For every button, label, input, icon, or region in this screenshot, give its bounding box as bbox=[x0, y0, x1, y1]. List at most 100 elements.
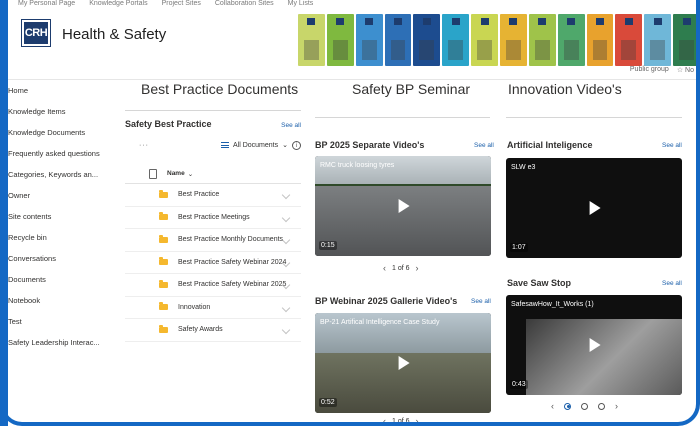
info-icon[interactable]: i bbox=[292, 140, 301, 150]
banner-tile bbox=[586, 14, 614, 66]
folder-icon bbox=[159, 257, 168, 266]
site-title[interactable]: Health & Safety bbox=[62, 26, 166, 43]
folder-name[interactable]: Best Practice bbox=[178, 191, 219, 198]
view-selector[interactable]: All Documents bbox=[233, 142, 278, 149]
pin-icon[interactable] bbox=[281, 190, 291, 200]
pin-icon[interactable] bbox=[281, 303, 291, 312]
video-duration: 0:15 bbox=[319, 241, 337, 250]
crh-icon bbox=[307, 18, 316, 25]
carousel-dot-2[interactable] bbox=[581, 402, 588, 410]
banner-photo bbox=[419, 40, 435, 60]
sidebar-item[interactable]: Documents bbox=[8, 269, 114, 290]
crh-icon bbox=[336, 18, 345, 25]
crh-icon bbox=[365, 18, 374, 25]
folder-icon bbox=[159, 302, 168, 311]
folder-name[interactable]: Innovation bbox=[178, 304, 210, 311]
saw-section-title[interactable]: Save Saw Stop bbox=[507, 278, 571, 288]
nav-link-lists[interactable]: My Lists bbox=[288, 0, 314, 12]
chevron-right-icon[interactable]: › bbox=[416, 263, 419, 273]
banner-tile bbox=[471, 14, 499, 66]
video-player[interactable]: SLW e3 1:07 bbox=[506, 158, 682, 258]
chevron-left-icon[interactable]: ‹ bbox=[551, 401, 554, 411]
ai-section-title[interactable]: Artificial Inteligence bbox=[507, 140, 593, 150]
sidebar-item[interactable]: Knowledge Documents bbox=[8, 122, 114, 143]
sidebar-item[interactable]: Owner bbox=[8, 185, 114, 206]
webinar-see-all-link[interactable]: See all bbox=[471, 298, 491, 305]
chevron-right-icon[interactable]: › bbox=[615, 401, 618, 411]
banner-tile bbox=[442, 14, 470, 66]
banner-photo bbox=[563, 40, 579, 60]
play-icon[interactable] bbox=[589, 201, 601, 215]
nav-link-collaboration[interactable]: Collaboration Sites bbox=[215, 0, 274, 12]
divider bbox=[125, 110, 301, 111]
nav-link-personal[interactable]: My Personal Page bbox=[18, 0, 75, 12]
video-player[interactable]: SafesawHow_It_Works (1) 0:43 bbox=[506, 295, 682, 395]
table-row[interactable]: Best Practice bbox=[125, 184, 301, 207]
name-column-header[interactable]: Name bbox=[167, 170, 185, 177]
follow-button[interactable]: ☆ No bbox=[677, 66, 694, 74]
table-row[interactable]: Best Practice Meetings bbox=[125, 207, 301, 229]
folder-name[interactable]: Best Practice Safety Webinar 2025 bbox=[178, 281, 286, 288]
pin-icon[interactable] bbox=[281, 325, 291, 335]
folder-name[interactable]: Best Practice Safety Webinar 2024 bbox=[178, 259, 286, 266]
video-thumbnail-road bbox=[315, 186, 491, 256]
sidebar-item[interactable]: Test bbox=[8, 311, 114, 332]
bp2025-see-all-link[interactable]: See all bbox=[474, 142, 494, 149]
banner-photo bbox=[361, 40, 377, 60]
pin-icon[interactable] bbox=[281, 213, 291, 222]
chevron-right-icon[interactable]: › bbox=[416, 416, 419, 426]
play-icon[interactable] bbox=[398, 356, 410, 370]
sidebar-item[interactable]: Recycle bin bbox=[8, 227, 114, 248]
banner-photo bbox=[592, 40, 608, 60]
folder-name[interactable]: Best Practice Monthly Documents bbox=[178, 236, 283, 243]
divider bbox=[315, 117, 490, 118]
doclib-title[interactable]: Safety Best Practice bbox=[125, 119, 212, 129]
nav-link-projects[interactable]: Project Sites bbox=[162, 0, 201, 12]
sidebar-item[interactable]: Home bbox=[8, 80, 114, 101]
video-player[interactable]: BP-21 Artifical Intelligence Case Study … bbox=[315, 313, 491, 413]
webinar-section-title[interactable]: BP Webinar 2025 Gallerie Video's bbox=[315, 296, 457, 306]
sort-chevron-icon[interactable]: ⌄ bbox=[188, 170, 193, 178]
banner-photo bbox=[332, 40, 348, 60]
sidebar-item[interactable]: Notebook bbox=[8, 290, 114, 311]
safety-bp-seminar-heading: Safety BP Seminar bbox=[352, 81, 471, 97]
table-row[interactable]: Innovation bbox=[125, 297, 301, 319]
sidebar-item[interactable]: Safety Leadership Interac... bbox=[8, 332, 114, 353]
ai-see-all-link[interactable]: See all bbox=[662, 142, 682, 149]
sidebar-item[interactable]: Conversations bbox=[8, 248, 114, 269]
folder-icon bbox=[159, 279, 168, 288]
doclib-see-all-link[interactable]: See all bbox=[281, 122, 301, 129]
sidebar-item[interactable]: Knowledge Items bbox=[8, 101, 114, 122]
sidebar-item[interactable]: Frequently asked questions bbox=[8, 143, 114, 164]
play-icon[interactable] bbox=[398, 199, 410, 213]
folder-name[interactable]: Safety Awards bbox=[178, 326, 223, 333]
folder-name[interactable]: Best Practice Meetings bbox=[178, 214, 250, 221]
sidebar-item[interactable]: Site contents bbox=[8, 206, 114, 227]
table-row[interactable]: Best Practice Safety Webinar 2025 bbox=[125, 274, 301, 297]
chevron-down-icon[interactable]: ⌄ bbox=[282, 141, 288, 149]
table-row[interactable]: Best Practice Safety Webinar 2024 bbox=[125, 252, 301, 274]
banner-photo bbox=[448, 40, 464, 60]
saw-see-all-link[interactable]: See all bbox=[662, 280, 682, 287]
bp2025-section-title[interactable]: BP 2025 Separate Video's bbox=[315, 140, 424, 150]
nav-link-knowledge[interactable]: Knowledge Portals bbox=[89, 0, 147, 12]
carousel-dot-3[interactable] bbox=[598, 402, 605, 410]
table-row[interactable]: Safety Awards bbox=[125, 319, 301, 342]
chevron-left-icon[interactable]: ‹ bbox=[383, 416, 386, 426]
crh-icon bbox=[480, 18, 489, 25]
innovation-videos-heading: Innovation Video's bbox=[508, 81, 622, 97]
table-row[interactable]: Best Practice Monthly Documents bbox=[125, 229, 301, 252]
banner-tile bbox=[326, 14, 354, 66]
chevron-left-icon[interactable]: ‹ bbox=[383, 263, 386, 273]
carousel-dot-1[interactable] bbox=[564, 402, 571, 410]
more-options-button[interactable]: ··· bbox=[125, 142, 149, 149]
crh-icon bbox=[567, 18, 576, 25]
video-player[interactable]: RMC truck loosing tyres 0:15 bbox=[315, 156, 491, 256]
top-navigation: My Personal Page Knowledge Portals Proje… bbox=[18, 0, 313, 12]
crh-icon bbox=[682, 18, 691, 25]
play-icon[interactable] bbox=[589, 338, 601, 352]
site-logo[interactable]: CRH bbox=[21, 19, 51, 47]
file-type-icon bbox=[149, 168, 157, 179]
banner-tile bbox=[384, 14, 412, 66]
sidebar-item[interactable]: Categories, Keywords an... bbox=[8, 164, 114, 185]
